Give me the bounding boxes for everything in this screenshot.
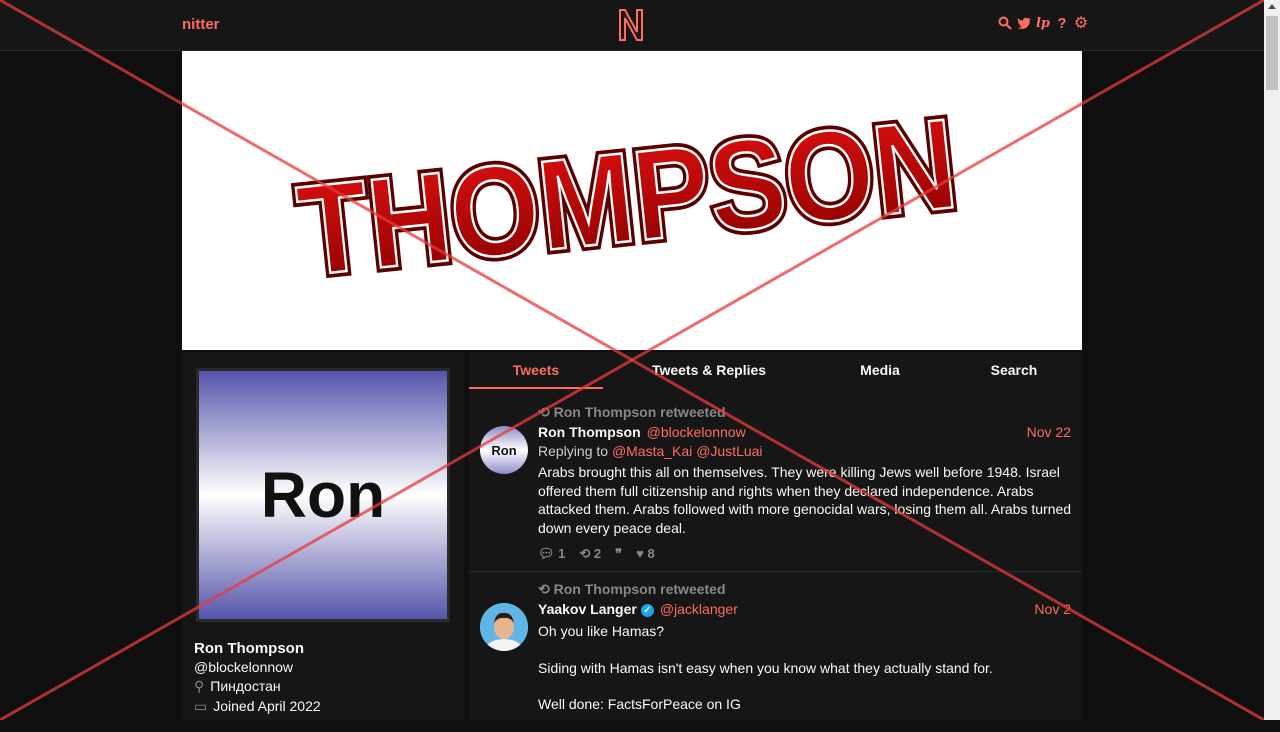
tweet-item[interactable]: ⟲ Ron Thompson retweeted Ron Ron Thompso… xyxy=(469,396,1082,572)
yaakov-avatar-image xyxy=(480,603,528,651)
profile-handle[interactable]: @blockelonnow xyxy=(194,659,293,675)
retweet-header-text: Ron Thompson retweeted xyxy=(553,404,726,420)
calendar-icon: ▭ xyxy=(194,698,208,714)
profile-joined-date: ▭ Joined April 2022 xyxy=(194,698,321,715)
tweet-avatar[interactable] xyxy=(480,603,528,651)
verified-badge-icon: ✓ xyxy=(640,603,654,617)
replying-to: Replying to @Masta_Kai @JustLuai xyxy=(538,443,763,459)
tweet-date[interactable]: Nov 22 xyxy=(1027,424,1071,440)
retweet-header-text: Ron Thompson retweeted xyxy=(553,581,726,597)
tab-tweets-replies[interactable]: Tweets & Replies xyxy=(629,362,789,378)
tweet-author: Ron Thompson @blockelonnow xyxy=(538,424,746,440)
tab-media[interactable]: Media xyxy=(829,362,931,378)
tweet-item[interactable]: ⟲ Ron Thompson retweeted Yaakov Langer ✓ @… xyxy=(469,573,1082,720)
avatar-text: Ron xyxy=(260,459,386,531)
nav-icons: lp ? ⚙ xyxy=(998,15,1088,32)
tweet-avatar[interactable]: Ron xyxy=(480,426,528,474)
retweet-icon: ⟲ xyxy=(538,581,550,597)
search-icon[interactable] xyxy=(998,15,1012,31)
tweet-content: Arabs brought this all on themselves. Th… xyxy=(538,464,1072,536)
profile-banner[interactable]: THOMPSON THOMPSON xyxy=(182,51,1082,350)
tab-search[interactable]: Search xyxy=(963,362,1065,378)
tweet-fullname[interactable]: Yaakov Langer xyxy=(538,601,637,617)
location-pin-icon: ⚲ xyxy=(194,678,205,694)
tweet-content-line: Well done: FactsForPeace on IG xyxy=(538,696,741,712)
scroll-up-arrow-icon[interactable] xyxy=(1268,4,1276,9)
tweet-fullname[interactable]: Ron Thompson xyxy=(538,424,641,440)
top-navbar: nitter lp ? ⚙ xyxy=(0,0,1264,51)
active-tab-indicator xyxy=(469,387,603,389)
lp-icon[interactable]: lp xyxy=(1036,15,1050,31)
tab-tweets[interactable]: Tweets xyxy=(469,362,603,378)
banner-image: THOMPSON THOMPSON xyxy=(287,87,968,308)
heart-icon: ♥ xyxy=(636,546,644,561)
profile-avatar[interactable]: Ron xyxy=(196,368,450,622)
tweet-content-line: Siding with Hamas isn't easy when you kn… xyxy=(538,659,993,676)
profile-location: ⚲ Пиндостан xyxy=(194,678,281,695)
replying-prefix: Replying to xyxy=(538,443,609,459)
tweet-handle[interactable]: @blockelonnow xyxy=(647,424,746,440)
nitter-home-link[interactable]: nitter xyxy=(182,16,220,33)
nitter-logo-icon[interactable] xyxy=(617,8,645,42)
reply-mention-link[interactable]: @JustLuai xyxy=(696,443,762,459)
retweet-header: ⟲ Ron Thompson retweeted xyxy=(538,404,726,421)
retweet-icon: ⟲ xyxy=(579,546,591,561)
scroll-thumb[interactable] xyxy=(1266,16,1278,90)
tweet-date[interactable]: Nov 2 xyxy=(1034,601,1071,617)
profile-tabs: Tweets Tweets & Replies Media Search xyxy=(469,352,1082,389)
profile-card: Ron Ron Thompson @blockelonnow ⚲ Пиндоста… xyxy=(182,352,464,720)
comment-stat[interactable]: 💬︎ 1 xyxy=(538,546,565,562)
reply-mention-link[interactable]: @Masta_Kai xyxy=(612,443,692,459)
quote-stat[interactable]: ❞ xyxy=(615,546,622,562)
help-icon[interactable]: ? xyxy=(1055,15,1069,32)
twitter-bird-icon[interactable] xyxy=(1017,15,1031,31)
tweet-avatar-text: Ron xyxy=(491,442,517,458)
retweet-header: ⟲ Ron Thompson retweeted xyxy=(538,581,726,598)
comment-icon: 💬︎ xyxy=(538,546,555,561)
tweet-handle[interactable]: @jacklanger xyxy=(660,601,738,617)
joined-text: Joined April 2022 xyxy=(213,698,321,714)
tweet-content: Oh you like Hamas? Siding with Hamas isn… xyxy=(538,622,1073,732)
tweet-stats: 💬︎ 1 ⟲ 2 ❞ ♥ 8 xyxy=(538,546,655,562)
profile-name[interactable]: Ron Thompson xyxy=(194,640,304,657)
timeline: Tweets Tweets & Replies Media Search ⟲ R… xyxy=(469,352,1082,720)
retweet-icon: ⟲ xyxy=(538,404,550,420)
quote-icon: ❞ xyxy=(615,546,623,561)
gear-icon[interactable]: ⚙ xyxy=(1074,15,1088,32)
retweet-stat[interactable]: ⟲ 2 xyxy=(579,546,601,562)
page-scrollbar[interactable] xyxy=(1264,0,1280,720)
tweet-content-line: Oh you like Hamas? xyxy=(538,623,665,639)
like-stat[interactable]: ♥ 8 xyxy=(636,546,655,562)
location-text: Пиндостан xyxy=(210,678,281,694)
banner-text-outline: THOMPSON xyxy=(292,92,963,303)
tweet-author: Yaakov Langer ✓ @jacklanger xyxy=(538,601,738,617)
